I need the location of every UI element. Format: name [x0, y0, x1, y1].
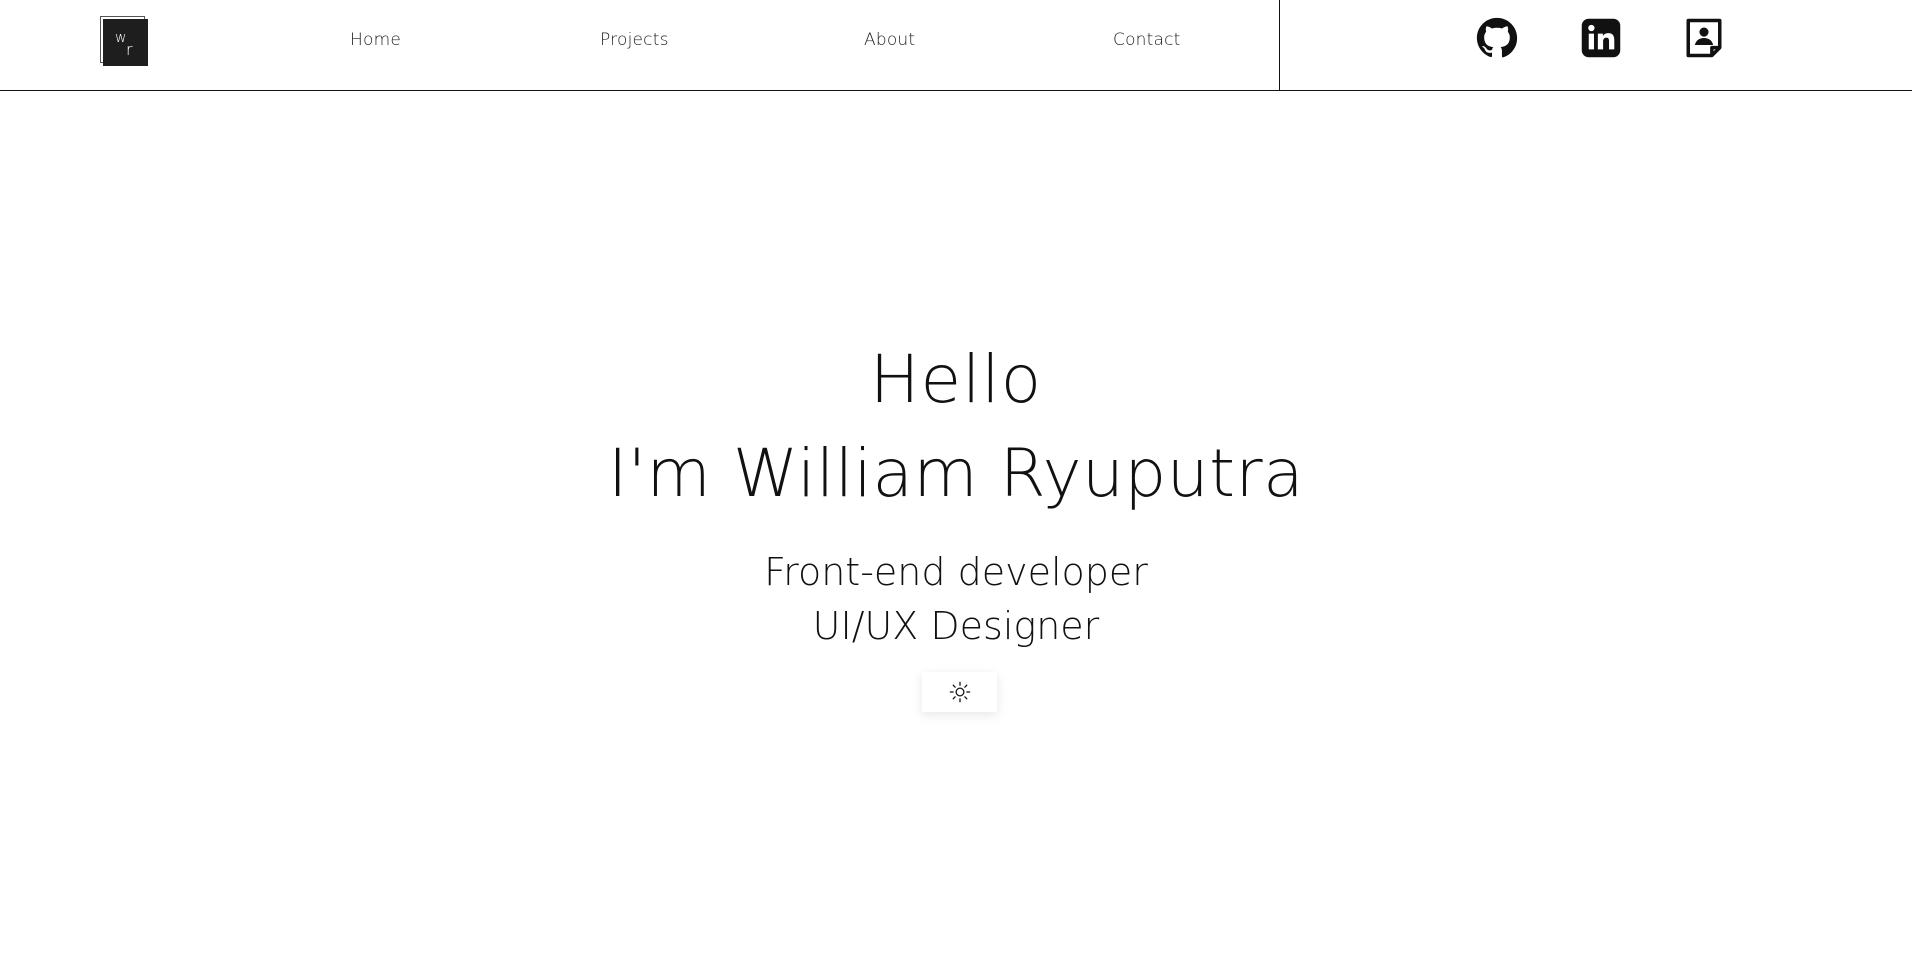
logo[interactable]: w r — [100, 16, 148, 66]
linkedin-icon-graphic — [1581, 18, 1621, 58]
theme-toggle-button[interactable] — [922, 672, 997, 712]
contact-card-icon[interactable] — [1683, 16, 1725, 60]
nav-about-link[interactable]: About — [864, 30, 915, 50]
navbar-divider — [1279, 0, 1280, 91]
nav-projects-link[interactable]: Projects — [600, 30, 669, 50]
logo-letter-r: r — [126, 40, 133, 59]
logo-letter-w: w — [115, 30, 127, 46]
hero-greeting: Hello — [869, 341, 1043, 418]
sun-icon — [949, 681, 970, 703]
hero-role-designer: UI/UX Designer — [812, 604, 1100, 648]
nav-home-link[interactable]: Home — [350, 30, 401, 50]
hero-role-developer: Front-end developer — [764, 550, 1148, 594]
contact-card-icon-graphic — [1686, 18, 1722, 58]
github-icon[interactable] — [1476, 16, 1518, 60]
nav-contact-link[interactable]: Contact — [1113, 30, 1181, 50]
github-icon-graphic — [1476, 17, 1518, 58]
linkedin-icon[interactable] — [1580, 16, 1622, 60]
navbar: w r Home Projects About Contact — [0, 0, 1912, 91]
hero-name: I'm William Ryuputra — [607, 435, 1305, 512]
